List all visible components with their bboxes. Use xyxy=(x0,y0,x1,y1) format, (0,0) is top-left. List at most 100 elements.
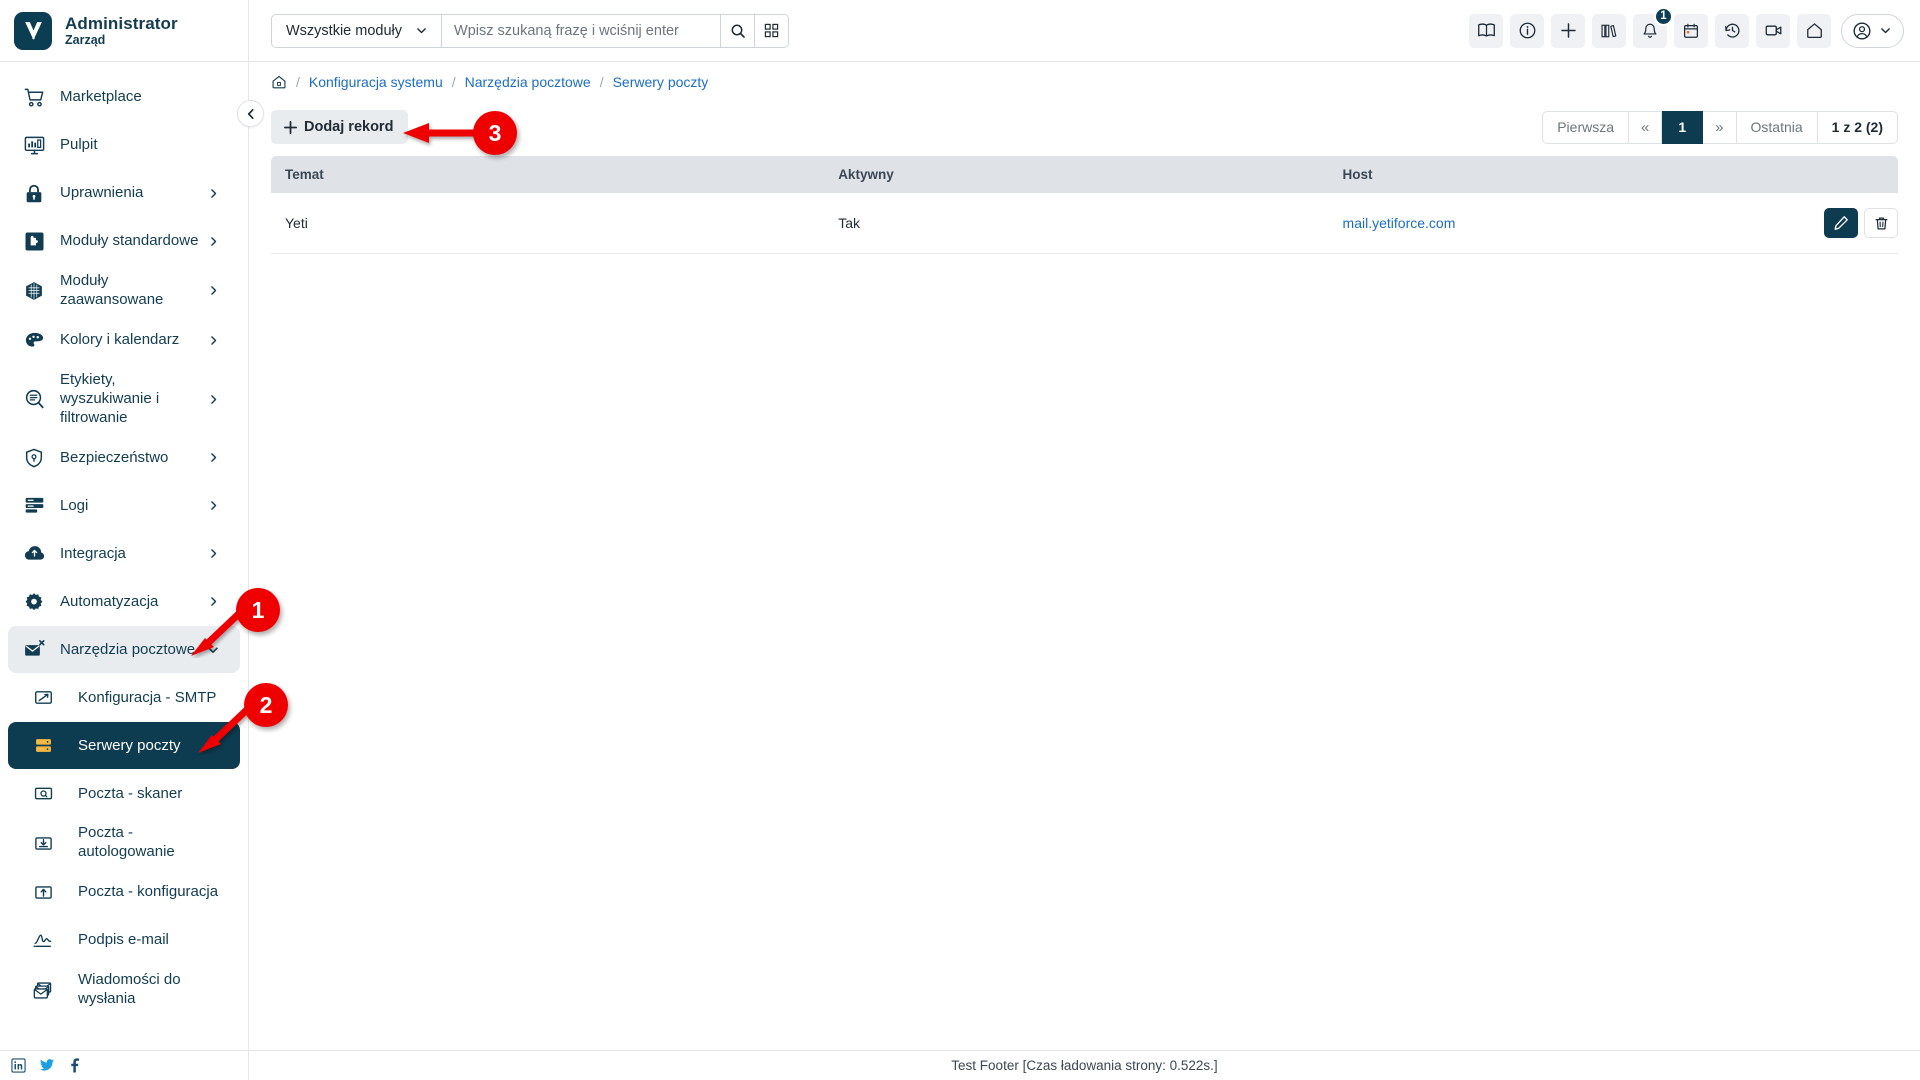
pagination-prev[interactable]: « xyxy=(1629,110,1663,144)
sidebar-item-bezpieczenstwo[interactable]: Bezpieczeństwo xyxy=(8,434,240,481)
search-label-icon xyxy=(8,388,60,411)
breadcrumb-home-icon[interactable] xyxy=(271,74,287,90)
column-header-host[interactable]: Host xyxy=(1328,156,1898,193)
sidebar-item-label: Pulpit xyxy=(60,136,98,154)
breadcrumb-separator: / xyxy=(451,74,456,90)
calendar-icon-button[interactable] xyxy=(1674,13,1708,48)
advanced-search-button[interactable] xyxy=(754,14,789,47)
sidebar-item-label: Moduły standardowe xyxy=(60,232,199,250)
chevron-right-icon xyxy=(200,595,226,608)
breadcrumb-separator: / xyxy=(296,74,300,90)
page-footer: Test Footer [Czas ładowania strony: 0.52… xyxy=(249,1050,1920,1080)
search-input[interactable] xyxy=(442,14,721,47)
sidebar-item-label: Integracja xyxy=(60,544,126,562)
linkedin-icon[interactable] xyxy=(11,1058,26,1073)
add-record-label: Dodaj rekord xyxy=(304,119,394,135)
sidebar-subitem-podpis-email[interactable]: Podpis e-mail xyxy=(8,917,240,964)
sidebar-collapse-button[interactable] xyxy=(237,100,264,127)
edit-record-button[interactable] xyxy=(1824,208,1858,238)
sidebar-subitem-wiadomosci-do-wyslania[interactable]: Wiadomości do wysłania xyxy=(8,965,240,1015)
home-icon-button[interactable] xyxy=(1797,13,1831,48)
sidebar-item-moduly-zaawansowane[interactable]: Moduły zaawansowane xyxy=(8,266,240,316)
pagination-page-1[interactable]: 1 xyxy=(1662,110,1704,144)
history-icon-button[interactable] xyxy=(1715,13,1749,48)
sidebar-item-label: Narzędzia pocztowe xyxy=(60,640,196,658)
chevron-right-icon xyxy=(200,547,226,560)
user-menu-button[interactable] xyxy=(1841,13,1904,48)
pagination-first[interactable]: Pierwsza xyxy=(1542,110,1630,144)
plus-icon-button[interactable] xyxy=(1551,13,1585,48)
video-icon-button[interactable] xyxy=(1756,13,1790,48)
cell-temat: Yeti xyxy=(271,193,825,254)
facebook-icon[interactable] xyxy=(68,1058,82,1073)
sidebar-item-integracja[interactable]: Integracja xyxy=(8,530,240,577)
sidebar-subitem-label: Wiadomości do wysłania xyxy=(78,971,181,1008)
topbar-actions: 1 xyxy=(1469,6,1920,48)
sidebar-subitem-poczta-skaner[interactable]: Poczta - skaner xyxy=(8,770,240,817)
server-icon xyxy=(8,736,78,755)
bell-badge-count: 1 xyxy=(1654,6,1673,26)
sidebar-item-logi[interactable]: Logi xyxy=(8,482,240,529)
sidebar-subitem-label: Konfiguracja - SMTP xyxy=(78,688,217,706)
sidebar-subitem-serwery-poczty[interactable]: Serwery poczty xyxy=(8,722,240,770)
sidebar-item-kolory-kalendarz[interactable]: Kolory i kalendarz xyxy=(8,317,240,364)
delete-record-button[interactable] xyxy=(1864,208,1898,238)
search-group: Wszystkie moduły xyxy=(271,13,790,48)
sidebar-subitem-poczta-konfiguracja[interactable]: Poczta - konfiguracja xyxy=(8,869,240,916)
column-header-temat[interactable]: Temat xyxy=(271,156,825,193)
grid-icon xyxy=(764,23,779,38)
table-row[interactable]: Yeti Tak mail.yetiforce.com xyxy=(271,193,1898,254)
breadcrumb: / Konfiguracja systemu / Narzędzia poczt… xyxy=(249,62,1920,102)
history-icon xyxy=(1724,23,1739,38)
chevron-right-icon xyxy=(200,284,226,297)
sidebar-subitem-poczta-autologowanie[interactable]: Poczta - autologowanie xyxy=(8,818,240,868)
bell-icon-button[interactable]: 1 xyxy=(1633,6,1673,48)
annotation-badge-3: 3 xyxy=(473,111,517,155)
column-header-aktywny[interactable]: Aktywny xyxy=(824,156,1329,193)
book-icon-button[interactable] xyxy=(1469,13,1503,48)
library-icon-button[interactable] xyxy=(1592,13,1626,48)
host-link[interactable]: mail.yetiforce.com xyxy=(1343,215,1456,231)
smtp-icon xyxy=(8,688,78,707)
sidebar-item-label: Automatyzacja xyxy=(60,592,159,610)
sidebar-item-label: Moduły zaawansowane xyxy=(60,272,164,308)
breadcrumb-item-konfiguracja-systemu[interactable]: Konfiguracja systemu xyxy=(309,74,443,90)
sidebar-subitem-label: Poczta - konfiguracja xyxy=(78,883,219,901)
table-header-row: Temat Aktywny Host xyxy=(271,156,1898,193)
sidebar-item-uprawnienia[interactable]: Uprawnienia xyxy=(8,170,240,217)
pagination-last[interactable]: Ostatnia xyxy=(1736,110,1818,144)
library-icon xyxy=(1601,24,1617,37)
pagination-next[interactable]: » xyxy=(1703,110,1737,144)
breadcrumb-item-serwery-poczty[interactable]: Serwery poczty xyxy=(613,74,709,90)
annotation-badge-2: 2 xyxy=(244,683,288,727)
sidebar-subitem-konfiguracja-smtp[interactable]: Konfiguracja - SMTP xyxy=(8,674,240,721)
mail-scanner-icon xyxy=(8,784,78,803)
sidebar-item-label: Marketplace xyxy=(60,88,142,106)
table-body: Yeti Tak mail.yetiforce.com xyxy=(271,193,1898,254)
sidebar-item-pulpit[interactable]: Pulpit xyxy=(8,122,240,169)
twitter-icon[interactable] xyxy=(39,1058,55,1073)
module-select[interactable]: Wszystkie moduły xyxy=(272,14,443,47)
sidebar-item-narzedzia-pocztowe[interactable]: Narzędzia pocztowe xyxy=(8,626,240,674)
breadcrumb-item-narzedzia-pocztowe[interactable]: Narzędzia pocztowe xyxy=(465,74,591,90)
calendar-icon xyxy=(1684,23,1698,38)
lock-icon xyxy=(8,183,60,205)
records-table: Temat Aktywny Host Yeti Tak mail.yetifor… xyxy=(271,156,1898,254)
sidebar-item-moduly-standardowe[interactable]: Moduły standardowe xyxy=(8,218,240,265)
sidebar-subitem-label: Poczta - skaner xyxy=(78,784,183,802)
records-table-wrapper: Temat Aktywny Host Yeti Tak mail.yetifor… xyxy=(249,154,1920,1050)
puzzle-icon xyxy=(8,230,60,253)
global-search-area: Wszystkie moduły xyxy=(249,13,1469,48)
brand-block[interactable]: Administrator Zarząd xyxy=(0,0,249,62)
sidebar-nav: Marketplace Pulpit Uprawnienia Moduły st… xyxy=(0,62,248,1050)
sidebar-item-marketplace[interactable]: Marketplace xyxy=(8,74,240,121)
chevron-left-icon xyxy=(247,108,254,119)
search-submit-button[interactable] xyxy=(720,14,755,47)
add-record-button[interactable]: Dodaj rekord xyxy=(271,110,409,144)
sidebar-item-etykiety[interactable]: Etykiety, wyszukiwanie i filtrowanie xyxy=(8,365,240,434)
info-icon-button[interactable] xyxy=(1510,13,1544,48)
sidebar-item-automatyzacja[interactable]: Automatyzacja xyxy=(8,578,240,625)
pagination: Pierwsza « 1 » Ostatnia 1 z 2 (2) xyxy=(1542,110,1898,144)
sidebar-subitem-label: Podpis e-mail xyxy=(78,931,169,949)
video-icon xyxy=(1765,25,1781,36)
